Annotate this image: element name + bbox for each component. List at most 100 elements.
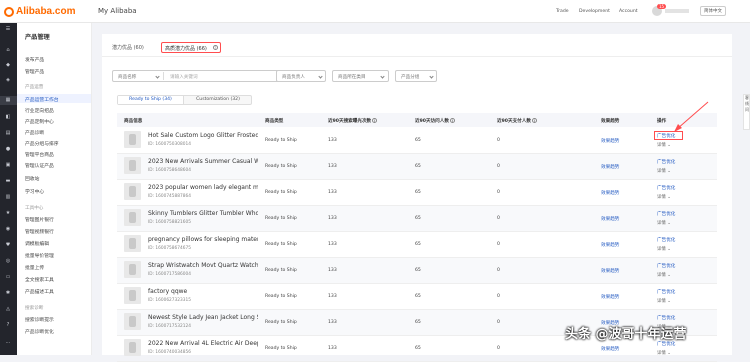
ad-optimize-link[interactable]: 广告优化 bbox=[657, 211, 675, 217]
product-name[interactable]: 2023 popular women lady elegant mo... bbox=[148, 184, 258, 191]
product-name[interactable]: pregnancy pillows for sleeping materni..… bbox=[148, 236, 258, 243]
ad-optimize-link[interactable]: 广告优化 bbox=[657, 237, 675, 243]
detail-dropdown[interactable]: 详情 ⌄ bbox=[657, 298, 671, 304]
ad-optimize-link[interactable]: 广告优化 bbox=[657, 289, 675, 295]
sidebar-item-batch-pricing[interactable]: 批量导价管理 bbox=[25, 252, 54, 259]
sidebar-item-product-diagnosis[interactable]: 产品诊断 bbox=[25, 129, 44, 136]
table-row[interactable]: Hot Sale Custom Logo Glitter Frosted ...… bbox=[117, 128, 717, 154]
product-name[interactable]: factory qqwe bbox=[148, 288, 258, 295]
product-thumbnail[interactable] bbox=[124, 131, 141, 148]
product-name[interactable]: Strap Wristwatch Movt Quartz Watch S... bbox=[148, 262, 258, 269]
detail-dropdown[interactable]: 详情 ⌄ bbox=[657, 350, 671, 356]
product-name[interactable]: Newest Style Lady Jean Jacket Long Sl... bbox=[148, 314, 258, 321]
detail-dropdown[interactable]: 详情 ⌄ bbox=[657, 168, 671, 174]
sidebar-item-search-tips[interactable]: 搜索诊断提示 bbox=[25, 316, 54, 323]
sidebar-item-publish-product[interactable]: 发布产品 bbox=[25, 56, 44, 63]
star-icon[interactable]: ★ bbox=[5, 211, 11, 216]
product-thumbnail[interactable] bbox=[124, 313, 141, 330]
table-row[interactable]: 2023 New Arrivals Summer Casual Wo... ID:… bbox=[117, 154, 717, 180]
detail-dropdown[interactable]: 详情 ⌄ bbox=[657, 272, 671, 278]
sidebar-item-template-edit[interactable]: 调模板编辑 bbox=[25, 240, 49, 247]
more-icon[interactable]: ⋯ bbox=[5, 341, 11, 346]
product-thumbnail[interactable] bbox=[124, 339, 141, 356]
wallet-icon[interactable]: ▭ bbox=[5, 275, 11, 280]
sidebar-group-search-diagnosis[interactable]: 搜索诊断 bbox=[25, 305, 43, 311]
box-icon[interactable]: ▣ bbox=[5, 163, 11, 168]
help-circle-icon[interactable]: ? bbox=[5, 323, 11, 328]
sidebar-item-learning-center[interactable]: 学习中心 bbox=[25, 188, 44, 195]
segment-customization[interactable]: Customization (32) bbox=[185, 96, 251, 104]
sidebar-item-grouping-sorting[interactable]: 产品分组与排序 bbox=[25, 140, 59, 147]
doc-icon[interactable]: ▥ bbox=[5, 195, 11, 200]
product-thumbnail[interactable] bbox=[124, 261, 141, 278]
alibaba-logo[interactable]: Alibaba.com bbox=[4, 6, 75, 17]
trend-link[interactable]: 效果趋势 bbox=[601, 268, 619, 274]
sidebar-item-industry-sourcing[interactable]: 行业定向招品 bbox=[25, 107, 54, 114]
nav-development[interactable]: Development bbox=[579, 9, 610, 14]
segment-ready-to-ship[interactable]: Ready to Ship (34) bbox=[118, 96, 184, 104]
shield-icon[interactable]: ◈ bbox=[5, 78, 11, 83]
chat-icon[interactable]: ◉ bbox=[5, 227, 11, 232]
chart-icon[interactable]: ▤ bbox=[5, 131, 11, 136]
sidebar-item-diagnosis-optimize[interactable]: 产品诊断优化 bbox=[25, 328, 54, 335]
detail-dropdown[interactable]: 详情 ⌄ bbox=[657, 246, 671, 252]
product-name[interactable]: 2022 New Arrival 4L Electric Air Deep ..… bbox=[148, 340, 258, 347]
product-thumbnail[interactable] bbox=[124, 235, 141, 252]
people-icon[interactable]: ◎ bbox=[5, 259, 11, 264]
sidebar-item-image-bank[interactable]: 管理图片银行 bbox=[25, 216, 54, 223]
trend-link[interactable]: 效果趋势 bbox=[601, 190, 619, 196]
sidebar-group-tools[interactable]: 工具中心 bbox=[25, 205, 43, 211]
sidebar-item-video-bank[interactable]: 管理视频银行 bbox=[25, 228, 54, 235]
user-icon[interactable]: ● bbox=[5, 147, 11, 152]
detail-dropdown[interactable]: 详情 ⌄ bbox=[657, 142, 671, 148]
sidebar-item-customization-center[interactable]: 产品定制中心 bbox=[25, 118, 54, 125]
detail-dropdown[interactable]: 详情 ⌄ bbox=[657, 220, 671, 226]
product-thumbnail[interactable] bbox=[124, 157, 141, 174]
sidebar-item-platform-goods[interactable]: 管理平台商品 bbox=[25, 151, 54, 158]
sidebar-item-description-tool[interactable]: 产品描述工具 bbox=[25, 288, 54, 295]
home-icon[interactable]: ⌂ bbox=[5, 48, 11, 53]
product-name[interactable]: Hot Sale Custom Logo Glitter Frosted ... bbox=[148, 132, 258, 139]
menu-icon[interactable]: ☰ bbox=[5, 27, 11, 32]
tab-high-quality-products[interactable]: 高质潜力优品 (66) ? bbox=[161, 42, 221, 53]
product-name[interactable]: 2023 New Arrivals Summer Casual Wo... bbox=[148, 158, 258, 165]
heart-icon[interactable]: ♥ bbox=[5, 243, 11, 248]
grid-icon[interactable]: ▦ bbox=[5, 98, 11, 103]
help-icon[interactable]: ? bbox=[213, 45, 218, 50]
trend-link[interactable]: 效果趋势 bbox=[601, 346, 619, 352]
truck-icon[interactable]: ▬ bbox=[5, 179, 11, 184]
bell-icon[interactable]: ◬ bbox=[5, 307, 11, 312]
ad-optimize-link[interactable]: 广告优化 bbox=[657, 159, 675, 165]
product-thumbnail[interactable] bbox=[124, 209, 141, 226]
table-row[interactable]: pregnancy pillows for sleeping materni..… bbox=[117, 232, 717, 258]
trend-link[interactable]: 效果趋势 bbox=[601, 242, 619, 248]
sidebar-group-product-ops[interactable]: 产品运营 bbox=[25, 84, 43, 90]
tab-potential-products[interactable]: 潜力优品 (60) bbox=[112, 44, 144, 51]
sidebar-item-recycle-bin[interactable]: 回收站 bbox=[25, 175, 39, 182]
owner-select[interactable]: 商品负责人 bbox=[276, 70, 326, 82]
detail-dropdown[interactable]: 详情 ⌄ bbox=[657, 194, 671, 200]
product-thumbnail[interactable] bbox=[124, 287, 141, 304]
cart-icon[interactable]: ◧ bbox=[5, 115, 11, 120]
trend-link[interactable]: 效果趋势 bbox=[601, 294, 619, 300]
sidebar-item-ops-workbench[interactable]: 产品运营工作台 bbox=[25, 96, 59, 103]
nav-account[interactable]: Account bbox=[619, 9, 638, 14]
search-input[interactable]: 商品名称 请输入关键词 bbox=[112, 70, 281, 82]
table-row[interactable]: Strap Wristwatch Movt Quartz Watch S... I… bbox=[117, 258, 717, 284]
product-name[interactable]: Skinny Tumblers Glitter Tumbler Whole... bbox=[148, 210, 258, 217]
ad-optimize-link[interactable]: 广告优化 bbox=[657, 315, 675, 321]
sidebar-item-certified-products[interactable]: 管理认证产品 bbox=[25, 162, 54, 169]
sidebar-item-manage-products[interactable]: 管理产品 bbox=[25, 68, 44, 75]
user-name[interactable] bbox=[665, 9, 689, 13]
sidebar-item-fulltext-search[interactable]: 全文搜索工具 bbox=[25, 276, 54, 283]
gear-icon[interactable]: ✱ bbox=[5, 291, 11, 296]
table-row[interactable]: 2023 popular women lady elegant mo... ID:… bbox=[117, 180, 717, 206]
tag-icon[interactable]: ◆ bbox=[5, 63, 11, 68]
table-row[interactable]: Skinny Tumblers Glitter Tumbler Whole...… bbox=[117, 206, 717, 232]
group-select[interactable]: 产品分组 bbox=[395, 70, 437, 82]
ad-optimize-link[interactable]: 广告优化 bbox=[657, 185, 675, 191]
trend-link[interactable]: 效果趋势 bbox=[601, 164, 619, 170]
product-thumbnail[interactable] bbox=[124, 183, 141, 200]
search-type-select[interactable]: 商品名称 bbox=[118, 74, 136, 80]
sidebar-item-batch-upload[interactable]: 批量上传 bbox=[25, 264, 44, 271]
